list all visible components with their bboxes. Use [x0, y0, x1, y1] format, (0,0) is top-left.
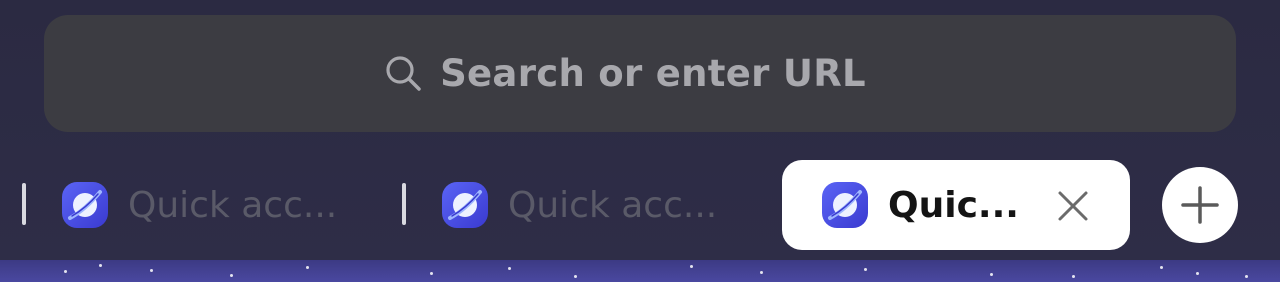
internet-globe-icon [822, 182, 868, 228]
tab-divider [402, 183, 406, 225]
tab-title: Quick acc... [508, 184, 718, 226]
plus-icon [1181, 186, 1219, 224]
tab-quick-access-2[interactable]: Quick acc... [440, 160, 717, 250]
close-icon[interactable] [1056, 189, 1090, 223]
tab-title: Quick acc... [128, 184, 338, 226]
page-background-starfield [0, 260, 1280, 282]
search-icon [384, 54, 424, 94]
new-tab-button[interactable] [1162, 167, 1238, 243]
internet-globe-icon [442, 182, 488, 228]
internet-globe-icon [62, 182, 108, 228]
tab-divider [22, 183, 26, 225]
tab-title: Quic... [888, 184, 1019, 226]
tab-quick-access-active[interactable]: Quic... [782, 160, 1130, 250]
address-bar-placeholder: Search or enter URL [440, 52, 866, 95]
tab-quick-access-1[interactable]: Quick acc... [60, 160, 337, 250]
address-bar[interactable]: Search or enter URL [44, 15, 1236, 132]
